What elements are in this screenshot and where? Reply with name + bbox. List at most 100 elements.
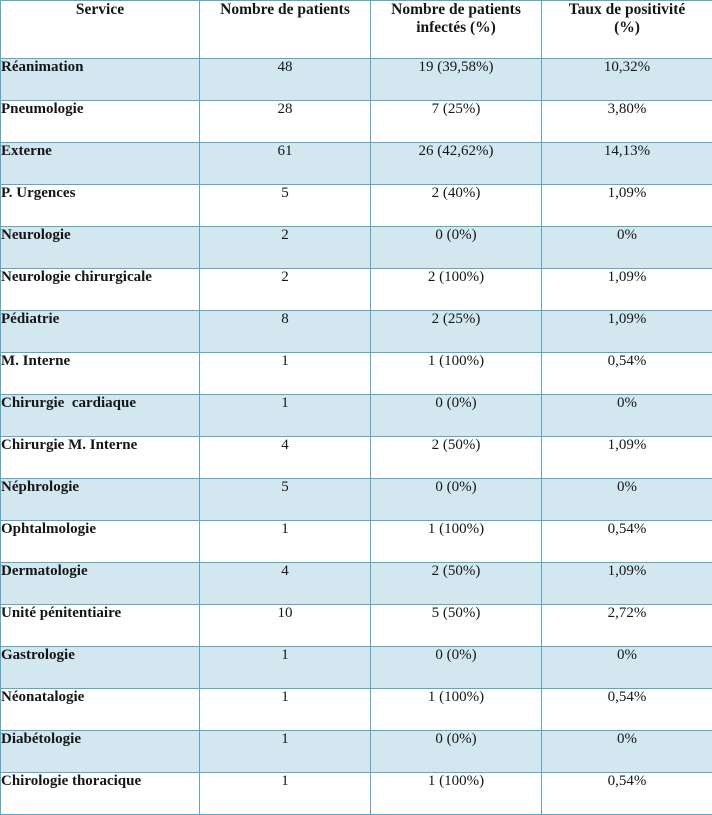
cell-service: Gastrologie xyxy=(1,647,200,689)
cell-infected: 1 (100%) xyxy=(371,353,542,395)
cell-service: Chirologie thoracique xyxy=(1,773,200,815)
cell-positivity: 0,54% xyxy=(542,353,712,395)
column-header-infected-line: Nombre de patients xyxy=(391,1,521,18)
cell-patients: 1 xyxy=(200,689,371,731)
column-header-service: Service xyxy=(1,1,200,59)
cell-infected: 0 (0%) xyxy=(371,395,542,437)
cell-infected: 0 (0%) xyxy=(371,227,542,269)
cell-patients: 5 xyxy=(200,185,371,227)
column-header-positivity: Taux de positivité(%) xyxy=(542,1,712,59)
cell-patients: 1 xyxy=(200,773,371,815)
cell-infected: 7 (25%) xyxy=(371,101,542,143)
table-row: Chirurgie M. Interne42 (50%)1,09% xyxy=(1,437,712,479)
table-row: Externe6126 (42,62%)14,13% xyxy=(1,143,712,185)
cell-service: Diabétologie xyxy=(1,731,200,773)
cell-patients: 1 xyxy=(200,647,371,689)
cell-patients: 1 xyxy=(200,353,371,395)
cell-service: Néphrologie xyxy=(1,479,200,521)
cell-infected: 2 (100%) xyxy=(371,269,542,311)
cell-infected: 1 (100%) xyxy=(371,773,542,815)
table-row: Chirurgie cardiaque10 (0%)0% xyxy=(1,395,712,437)
cell-infected: 1 (100%) xyxy=(371,521,542,563)
table-row: Neurologie chirurgicale22 (100%)1,09% xyxy=(1,269,712,311)
cell-service: Neurologie xyxy=(1,227,200,269)
cell-positivity: 1,09% xyxy=(542,311,712,353)
cell-positivity: 0% xyxy=(542,647,712,689)
table-row: Diabétologie10 (0%)0% xyxy=(1,731,712,773)
cell-service: Pneumologie xyxy=(1,101,200,143)
table-row: Pneumologie287 (25%)3,80% xyxy=(1,101,712,143)
table-row: Chirologie thoracique11 (100%)0,54% xyxy=(1,773,712,815)
cell-service: Réanimation xyxy=(1,59,200,101)
cell-positivity: 0,54% xyxy=(542,521,712,563)
column-header-positivity-line: Taux de positivité xyxy=(569,1,686,18)
table-row: Réanimation4819 (39,58%)10,32% xyxy=(1,59,712,101)
cell-patients: 10 xyxy=(200,605,371,647)
table-body: Réanimation4819 (39,58%)10,32%Pneumologi… xyxy=(1,59,712,815)
cell-positivity: 0,54% xyxy=(542,773,712,815)
column-header-infected: Nombre de patientsinfectés (%) xyxy=(371,1,542,59)
cell-patients: 1 xyxy=(200,731,371,773)
cell-service: Ophtalmologie xyxy=(1,521,200,563)
cell-infected: 5 (50%) xyxy=(371,605,542,647)
column-header-patients: Nombre de patients xyxy=(200,1,371,59)
table-header: Service Nombre de patients Nombre de pat… xyxy=(1,1,712,59)
cell-infected: 0 (0%) xyxy=(371,647,542,689)
column-header-positivity-line: (%) xyxy=(614,19,640,36)
cell-infected: 0 (0%) xyxy=(371,731,542,773)
cell-patients: 4 xyxy=(200,563,371,605)
cell-service: Unité pénitentiaire xyxy=(1,605,200,647)
cell-patients: 1 xyxy=(200,521,371,563)
table-row: Gastrologie10 (0%)0% xyxy=(1,647,712,689)
cell-service: Chirurgie cardiaque xyxy=(1,395,200,437)
table-row: Dermatologie42 (50%)1,09% xyxy=(1,563,712,605)
cell-positivity: 0% xyxy=(542,395,712,437)
cell-positivity: 3,80% xyxy=(542,101,712,143)
cell-patients: 8 xyxy=(200,311,371,353)
table-row: Néphrologie50 (0%)0% xyxy=(1,479,712,521)
cell-service: Néonatalogie xyxy=(1,689,200,731)
cell-service: Chirurgie M. Interne xyxy=(1,437,200,479)
cell-patients: 4 xyxy=(200,437,371,479)
table-row: Pédiatrie82 (25%)1,09% xyxy=(1,311,712,353)
cell-infected: 19 (39,58%) xyxy=(371,59,542,101)
cell-service: Neurologie chirurgicale xyxy=(1,269,200,311)
cell-service: M. Interne xyxy=(1,353,200,395)
cell-patients: 48 xyxy=(200,59,371,101)
column-header-patients-line: Nombre de patients xyxy=(220,1,350,18)
column-header-service-line: Service xyxy=(76,1,124,18)
cell-positivity: 1,09% xyxy=(542,269,712,311)
cell-infected: 2 (50%) xyxy=(371,563,542,605)
cell-infected: 26 (42,62%) xyxy=(371,143,542,185)
table-header-row: Service Nombre de patients Nombre de pat… xyxy=(1,1,712,59)
cell-infected: 2 (25%) xyxy=(371,311,542,353)
cell-service: Externe xyxy=(1,143,200,185)
cell-service: P. Urgences xyxy=(1,185,200,227)
cell-service: Dermatologie xyxy=(1,563,200,605)
table-row: P. Urgences52 (40%)1,09% xyxy=(1,185,712,227)
cell-positivity: 14,13% xyxy=(542,143,712,185)
cell-positivity: 0% xyxy=(542,227,712,269)
cell-patients: 5 xyxy=(200,479,371,521)
services-statistics-table: Service Nombre de patients Nombre de pat… xyxy=(0,0,712,815)
cell-positivity: 1,09% xyxy=(542,563,712,605)
cell-positivity: 0% xyxy=(542,479,712,521)
table-row: Néonatalogie11 (100%)0,54% xyxy=(1,689,712,731)
cell-patients: 2 xyxy=(200,227,371,269)
cell-positivity: 2,72% xyxy=(542,605,712,647)
table-row: Ophtalmologie11 (100%)0,54% xyxy=(1,521,712,563)
cell-positivity: 0% xyxy=(542,731,712,773)
cell-infected: 1 (100%) xyxy=(371,689,542,731)
cell-patients: 61 xyxy=(200,143,371,185)
cell-infected: 2 (50%) xyxy=(371,437,542,479)
table-row: Unité pénitentiaire105 (50%)2,72% xyxy=(1,605,712,647)
table-row: Neurologie20 (0%)0% xyxy=(1,227,712,269)
cell-positivity: 1,09% xyxy=(542,437,712,479)
cell-infected: 0 (0%) xyxy=(371,479,542,521)
cell-patients: 1 xyxy=(200,395,371,437)
cell-patients: 2 xyxy=(200,269,371,311)
cell-positivity: 0,54% xyxy=(542,689,712,731)
cell-patients: 28 xyxy=(200,101,371,143)
column-header-infected-line: infectés (%) xyxy=(416,19,496,36)
cell-service: Pédiatrie xyxy=(1,311,200,353)
